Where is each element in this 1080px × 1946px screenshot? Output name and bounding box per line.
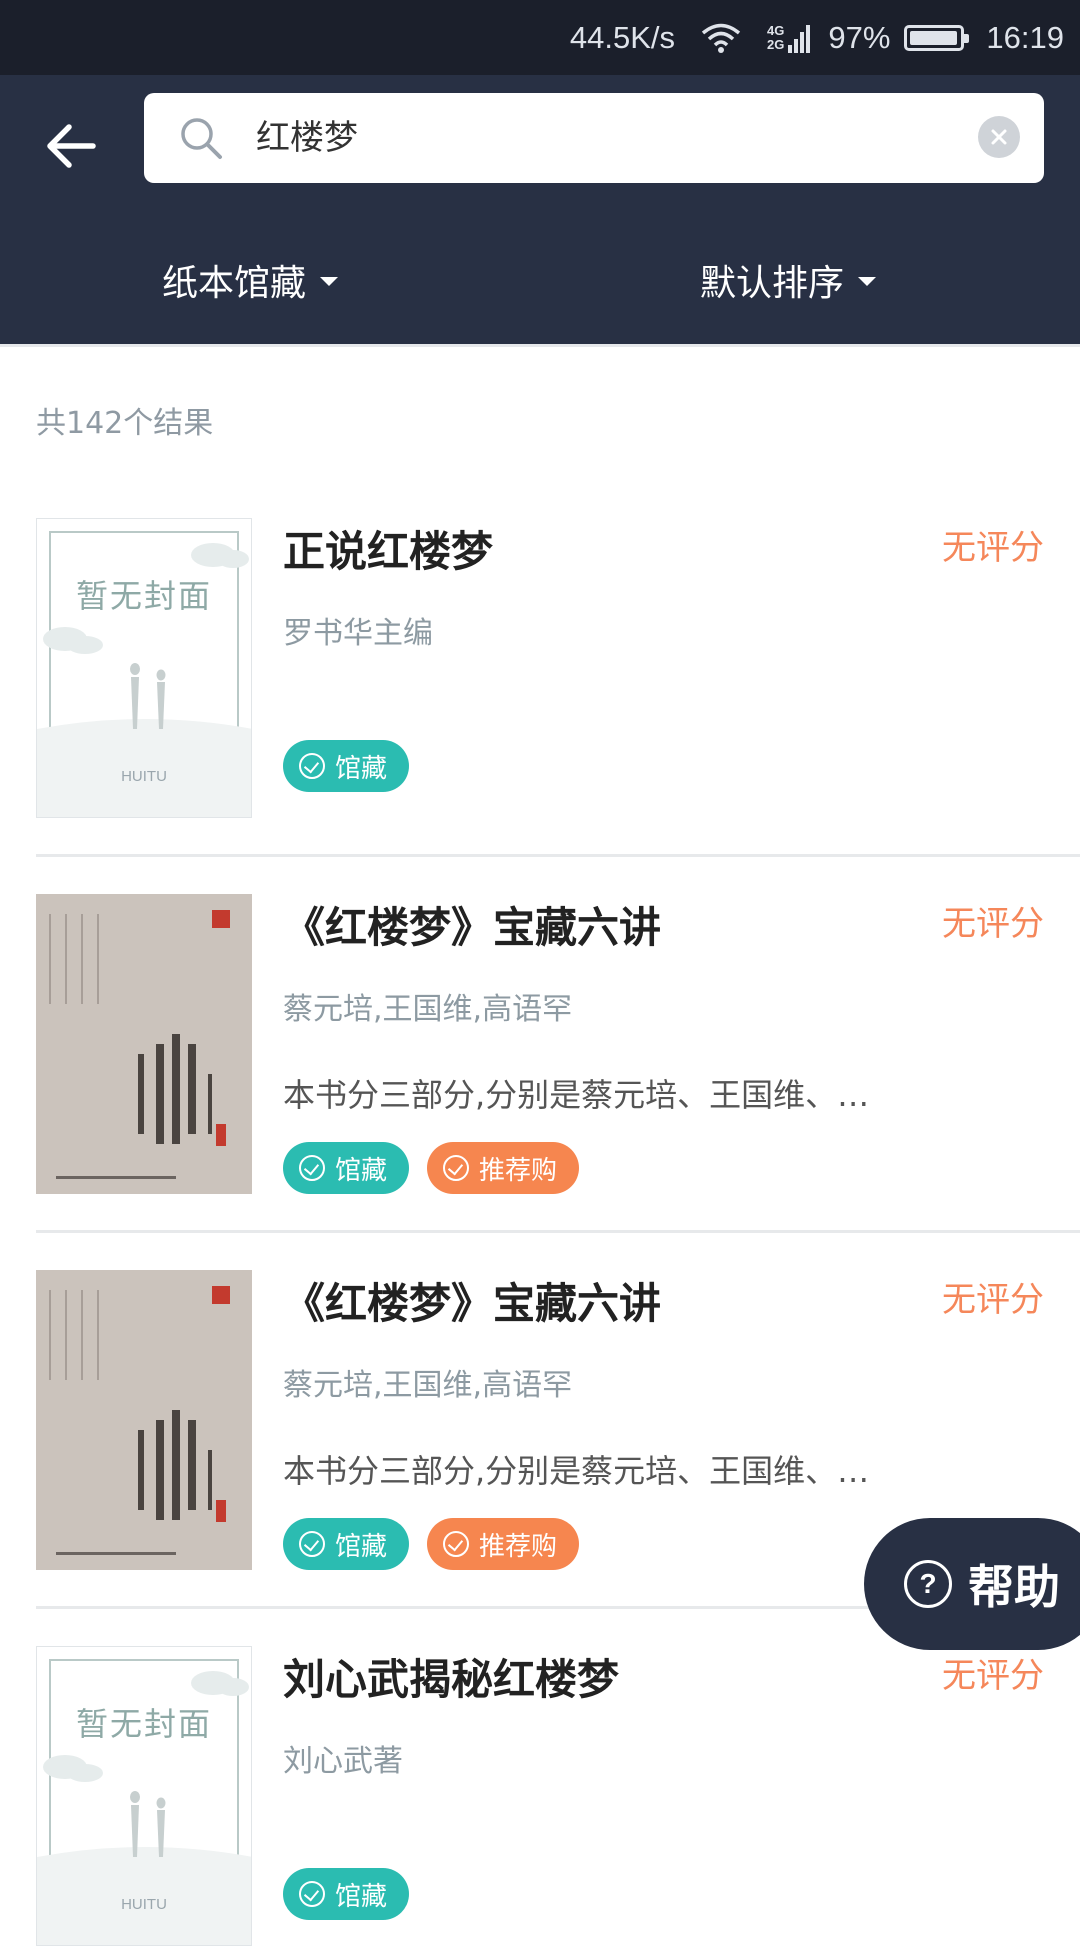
filter-bar: 纸本馆藏 默认排序: [0, 215, 1080, 347]
list-item[interactable]: 暂无封面 HUITU 刘心武揭秘红楼梦 无评分 刘心武著 馆藏: [36, 1646, 1080, 1946]
cover-brand: HUITU: [121, 768, 167, 785]
battery-level: [910, 30, 957, 45]
book-cover-placeholder: 暂无封面 HUITU: [36, 1646, 252, 1946]
wifi-icon: [701, 22, 741, 54]
check-circle-icon: [443, 1155, 470, 1181]
arrow-left-icon: [47, 124, 96, 168]
back-button[interactable]: [36, 111, 106, 181]
book-author: 罗书华主编: [283, 616, 433, 651]
tag-collection: 馆藏: [283, 740, 410, 792]
cellular-icon: 4G 2G: [767, 22, 811, 53]
no-cover-text: 暂无封面: [75, 577, 212, 615]
tag-collection: 馆藏: [283, 1868, 410, 1920]
caret-down-icon: [858, 277, 877, 286]
help-label: 帮助: [968, 1560, 1060, 1614]
result-count: 共142个结果: [36, 406, 214, 441]
book-summary: 本书分三部分,分别是蔡元培、王国维、…: [283, 1452, 870, 1490]
book-title[interactable]: 《红楼梦》宝藏六讲: [283, 1270, 661, 1331]
search-input[interactable]: 红楼梦: [144, 93, 1044, 183]
sort-label: 默认排序: [700, 262, 845, 304]
help-icon: ?: [904, 1560, 952, 1608]
list-item[interactable]: 《红楼梦》宝藏六讲 无评分 蔡元培,王国维,高语罕 本书分三部分,分别是蔡元培、…: [36, 894, 1080, 1194]
tag-label: 馆藏: [335, 1881, 388, 1912]
battery-icon: [904, 24, 970, 51]
book-author: 蔡元培,王国维,高语罕: [283, 1368, 573, 1403]
tag-list: 馆藏 推荐购: [283, 1518, 597, 1570]
book-cover-image: [36, 1270, 252, 1570]
clear-search-button[interactable]: [978, 116, 1020, 158]
book-rating: 无评分: [942, 904, 1044, 944]
tag-list: 馆藏: [283, 740, 427, 792]
network-badge-bottom: 2G: [767, 36, 785, 52]
tag-list: 馆藏 推荐购: [283, 1142, 597, 1194]
search-query: 红楼梦: [256, 118, 358, 158]
tag-label: 馆藏: [335, 1531, 388, 1562]
divider: [36, 854, 1080, 857]
book-title[interactable]: 正说红楼梦: [283, 518, 493, 579]
network-speed: 44.5K/s: [569, 19, 676, 55]
book-rating: 无评分: [942, 1280, 1044, 1320]
book-author: 刘心武著: [283, 1744, 403, 1779]
close-icon: [991, 129, 1007, 145]
book-author: 蔡元培,王国维,高语罕: [283, 992, 573, 1027]
cover-brand: HUITU: [121, 1896, 167, 1913]
sort-dropdown[interactable]: 默认排序: [700, 215, 877, 344]
tag-list: 馆藏: [283, 1868, 427, 1920]
divider: [36, 1230, 1080, 1233]
book-cover-image: [36, 894, 252, 1194]
check-circle-icon: [299, 1155, 325, 1181]
tag-label: 馆藏: [335, 1155, 388, 1186]
battery-percent: 97%: [828, 19, 891, 55]
clock: 16:19: [986, 19, 1064, 55]
check-circle-icon: [299, 1881, 325, 1907]
tag-recommend-purchase: 推荐购: [427, 1142, 580, 1194]
tag-label: 推荐购: [479, 1531, 558, 1562]
status-bar: 44.5K/s 4G 2G 97% 16:19: [0, 0, 1080, 75]
check-circle-icon: [443, 1531, 470, 1557]
search-icon: [181, 118, 222, 159]
collection-filter-dropdown[interactable]: 纸本馆藏: [162, 215, 339, 344]
collection-filter-label: 纸本馆藏: [162, 262, 307, 304]
search-header: 红楼梦: [0, 75, 1080, 215]
tag-recommend-purchase: 推荐购: [427, 1518, 580, 1570]
help-button[interactable]: ? 帮助: [864, 1518, 1080, 1650]
book-summary: 本书分三部分,分别是蔡元培、王国维、…: [283, 1076, 870, 1114]
book-title[interactable]: 《红楼梦》宝藏六讲: [283, 894, 661, 955]
book-rating: 无评分: [942, 528, 1044, 568]
no-cover-text: 暂无封面: [75, 1705, 212, 1743]
check-circle-icon: [299, 753, 325, 779]
book-cover-art: [36, 1270, 252, 1570]
check-circle-icon: [299, 1531, 325, 1557]
book-cover-art: [36, 894, 252, 1194]
book-rating: 无评分: [942, 1656, 1044, 1696]
book-cover-placeholder: 暂无封面 HUITU: [36, 518, 252, 818]
tag-collection: 馆藏: [283, 1518, 410, 1570]
book-title[interactable]: 刘心武揭秘红楼梦: [283, 1646, 619, 1707]
network-badge-top: 4G: [767, 22, 785, 38]
tag-label: 推荐购: [479, 1155, 558, 1186]
list-item[interactable]: 暂无封面 HUITU 正说红楼梦 无评分 罗书华主编 馆藏: [36, 518, 1080, 818]
tag-label: 馆藏: [335, 753, 388, 784]
caret-down-icon: [320, 277, 339, 286]
tag-collection: 馆藏: [283, 1142, 410, 1194]
